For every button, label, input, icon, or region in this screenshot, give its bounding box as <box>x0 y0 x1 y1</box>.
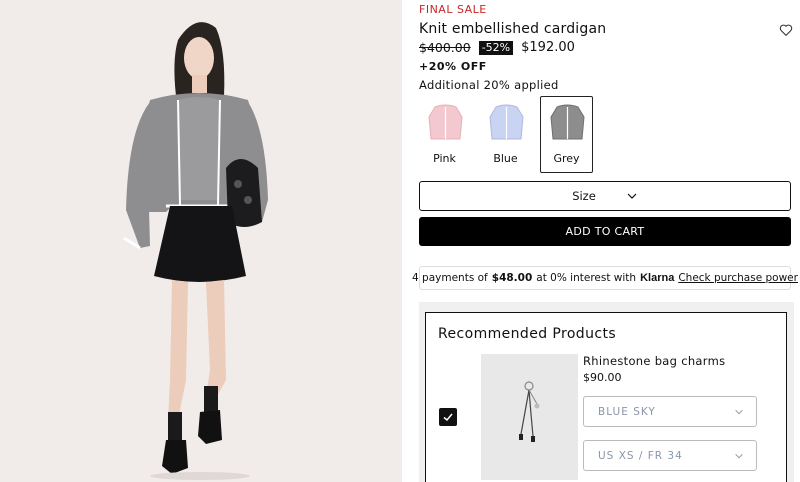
klarna-logo: Klarna <box>640 272 675 284</box>
klarna-prefix: 4 payments of <box>412 272 488 284</box>
sale-price: $192.00 <box>521 40 575 55</box>
extra-off-label: +20% OFF <box>419 60 487 73</box>
heart-icon[interactable] <box>778 22 794 38</box>
swatch-label: Pink <box>433 152 456 165</box>
final-sale-badge: FINAL SALE <box>419 3 487 16</box>
price-row: $400.00 -52% $192.00 <box>419 40 575 55</box>
include-checkbox[interactable] <box>439 408 457 426</box>
item-size-select[interactable]: US XS / FR 34 <box>583 440 757 471</box>
product-photo[interactable] <box>0 0 402 482</box>
item-size-value: US XS / FR 34 <box>598 449 683 462</box>
product-details-panel: FINAL SALE Knit embellished cardigan $40… <box>412 0 798 482</box>
item-color-select[interactable]: BLUE SKY <box>583 396 757 427</box>
extra-discount-note: Additional 20% applied <box>419 78 559 92</box>
item-thumbnail[interactable] <box>481 354 578 480</box>
add-to-cart-button[interactable]: ADD TO CART <box>419 217 791 246</box>
klarna-amount: $48.00 <box>491 272 533 284</box>
cardigan-thumbnail <box>489 104 524 140</box>
checkmark-icon <box>443 413 453 422</box>
cardigan-thumbnail <box>428 104 463 140</box>
cardigan-thumbnail <box>550 104 585 140</box>
bag-charm-image <box>519 381 540 442</box>
chevron-down-icon <box>627 193 637 199</box>
swatch-blue[interactable]: Blue <box>479 96 532 173</box>
item-color-value: BLUE SKY <box>598 405 656 418</box>
color-swatches: Pink Blue Grey <box>418 96 593 173</box>
model-illustration <box>0 0 402 482</box>
recommended-heading: Recommended Products <box>438 326 617 342</box>
recommended-card: Recommended Products Rhinestone bag char… <box>425 312 787 482</box>
recommended-section: Recommended Products Rhinestone bag char… <box>419 302 794 482</box>
item-name: Rhinestone bag charms <box>583 354 726 368</box>
discount-badge: -52% <box>478 40 514 55</box>
size-select-label: Size <box>572 189 596 203</box>
swatch-grey[interactable]: Grey <box>540 96 593 173</box>
product-title: Knit embellished cardigan <box>419 21 607 37</box>
klarna-link[interactable]: Check purchase power <box>678 272 798 284</box>
klarna-suffix: at 0% interest with <box>536 272 637 284</box>
chevron-down-icon <box>735 453 743 458</box>
klarna-banner: 4 payments of $48.00 at 0% interest with… <box>412 266 798 290</box>
original-price: $400.00 <box>419 40 471 55</box>
swatch-label: Grey <box>553 152 580 165</box>
chevron-down-icon <box>735 409 743 414</box>
swatch-label: Blue <box>493 152 518 165</box>
swatch-pink[interactable]: Pink <box>418 96 471 173</box>
item-price: $90.00 <box>583 371 622 384</box>
size-select[interactable]: Size <box>419 181 791 211</box>
